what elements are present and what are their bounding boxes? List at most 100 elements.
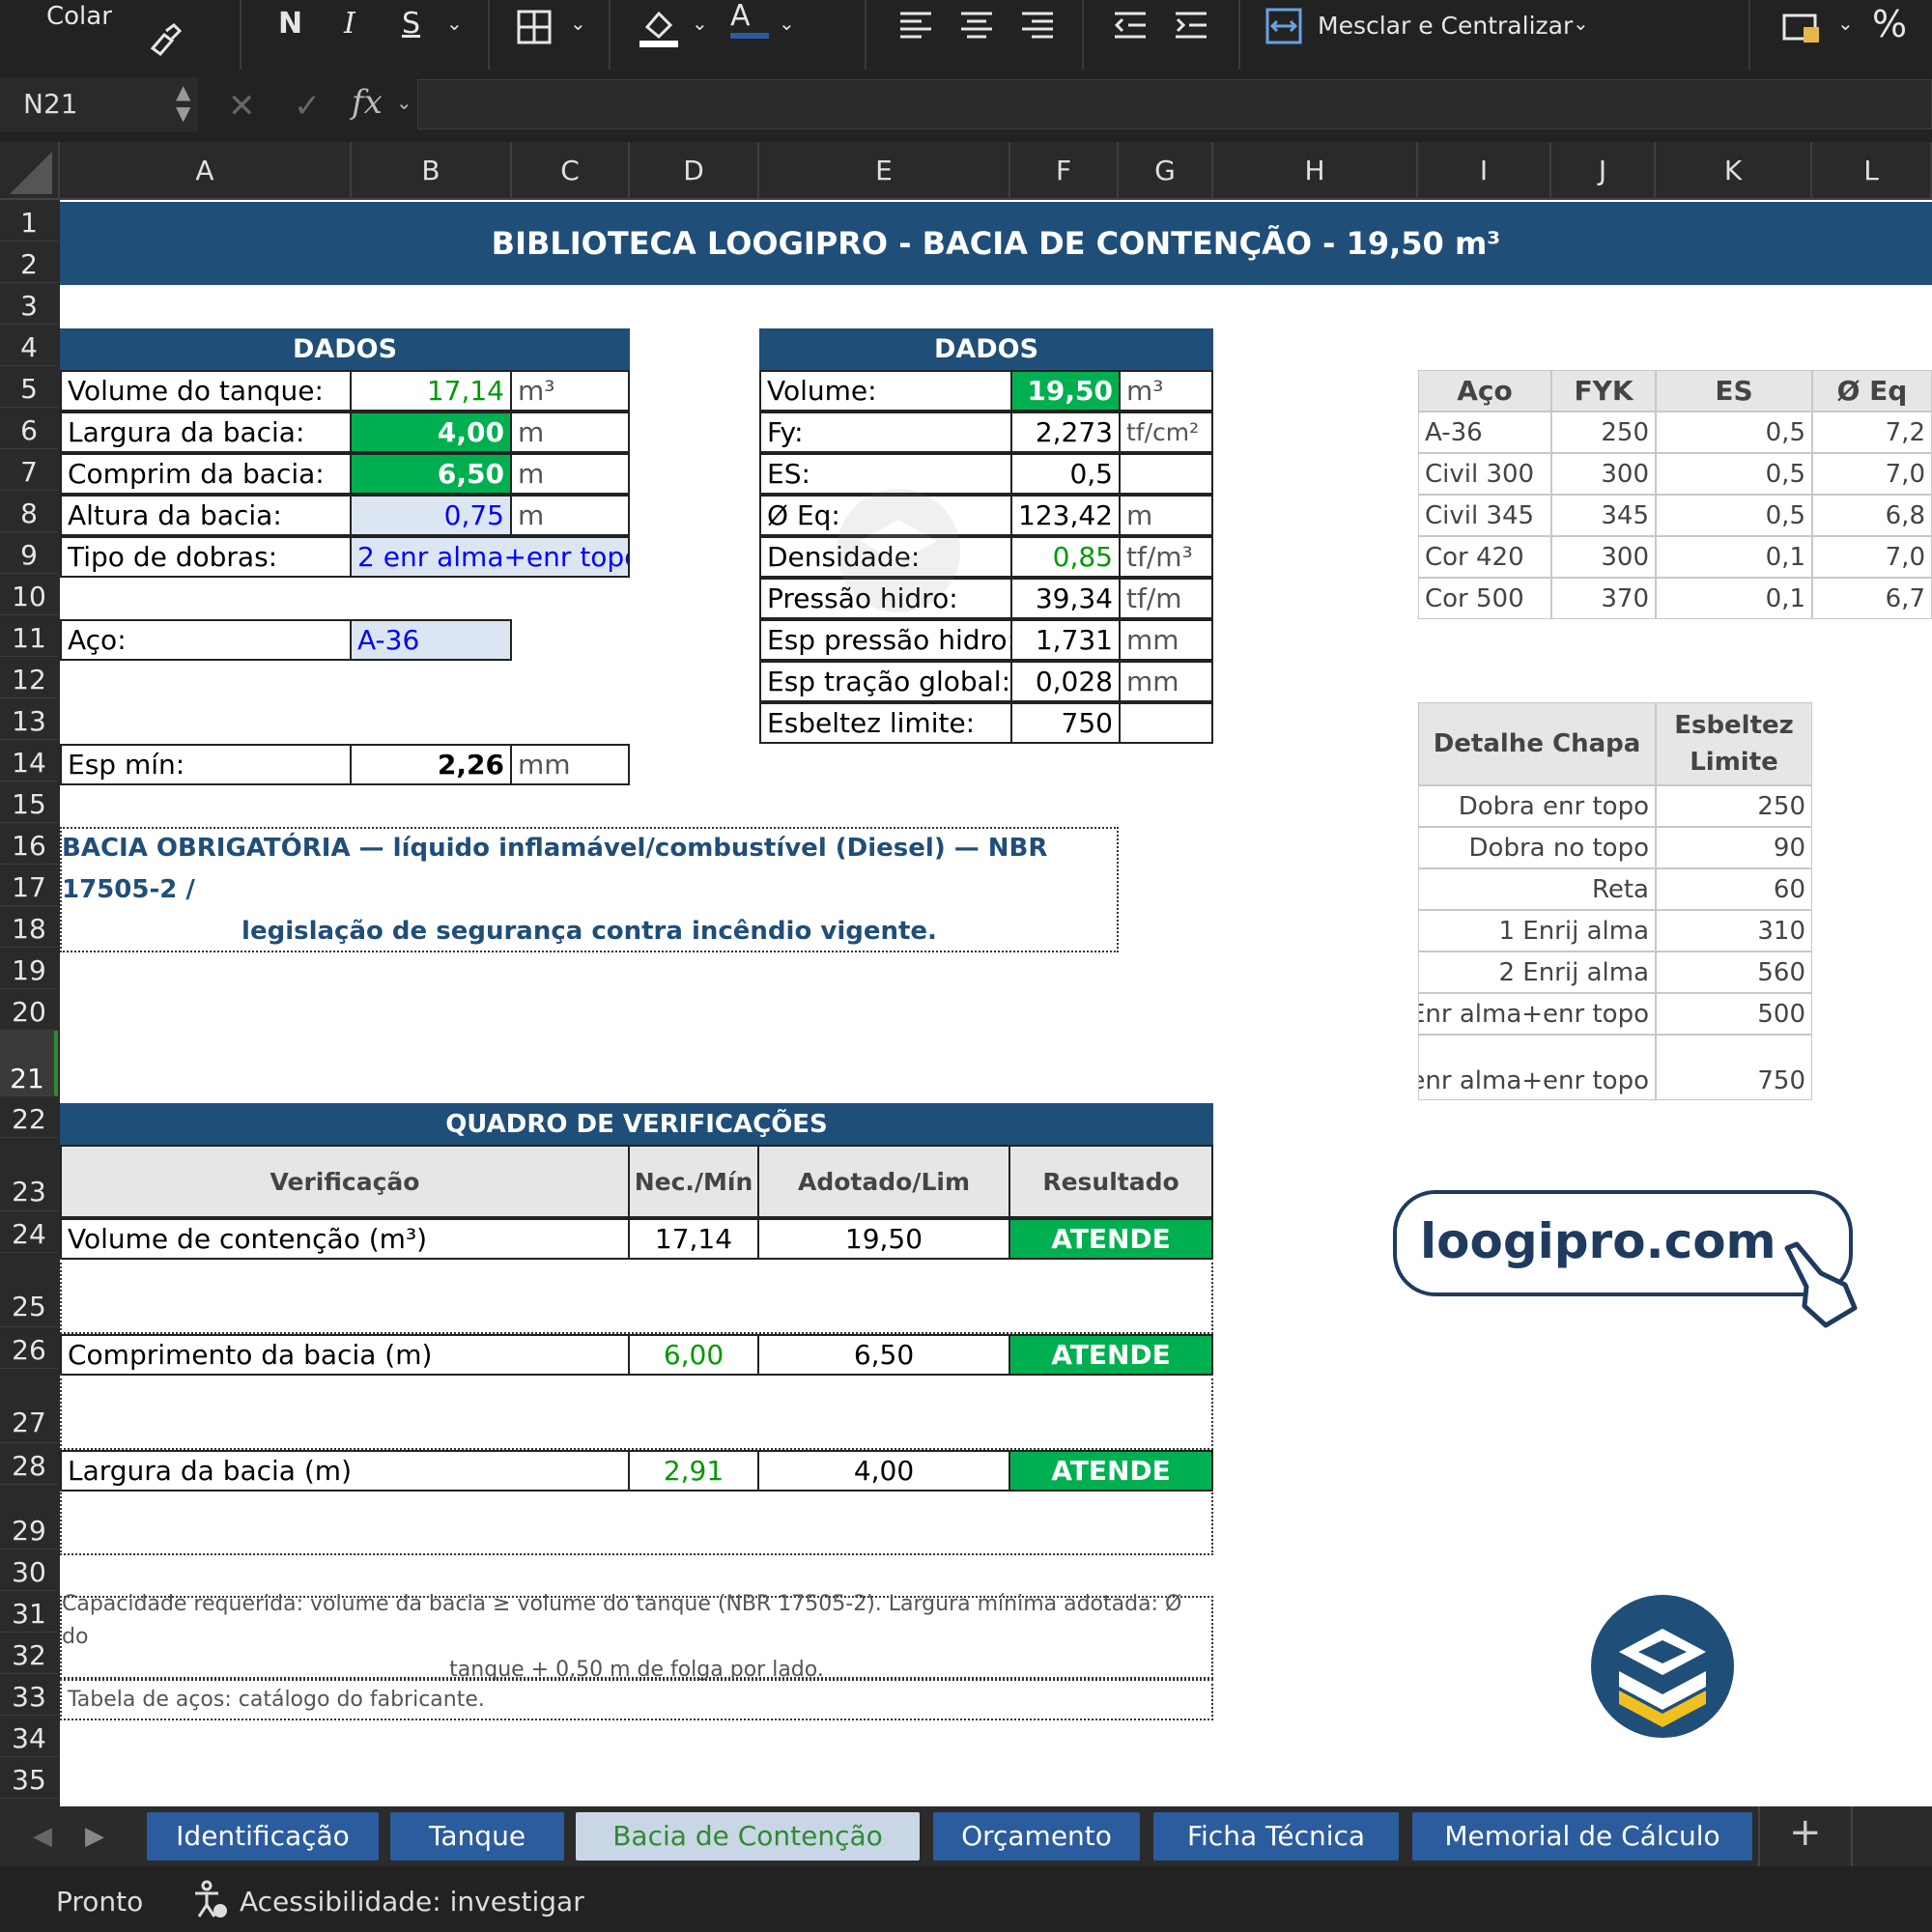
unit-esp-min[interactable]: mm [510,744,630,785]
tab-orcamento[interactable]: Orçamento [933,1812,1140,1861]
steel-cell[interactable]: 0,5 [1656,412,1812,453]
detail-cell[interactable]: Enr alma+enr topo [1418,993,1656,1035]
detail-cell[interactable]: Dobra no topo [1418,827,1656,868]
row-header[interactable]: 17 [0,865,58,906]
row-header[interactable]: 6 [0,408,58,449]
check-nec[interactable]: 6,00 [628,1334,759,1376]
steel-header-eq[interactable]: Ø Eq [1812,370,1932,412]
unit-fy[interactable]: tf/cm² [1119,412,1213,453]
row-header[interactable]: 27 [0,1369,58,1443]
value-esp-tracao[interactable]: 0,028 [1010,661,1121,702]
row-header[interactable]: 33 [0,1674,58,1716]
steel-cell[interactable]: 0,1 [1656,536,1812,578]
name-box[interactable]: N21 [0,77,198,131]
column-header-f[interactable]: F [1010,142,1119,200]
row-header[interactable]: 22 [0,1096,58,1138]
detail-header-chapa[interactable]: Detalhe Chapa [1418,702,1656,785]
decrease-indent-icon[interactable] [1113,10,1148,46]
row-header[interactable]: 30 [0,1549,58,1591]
footnote-steel[interactable]: Tabela de aços: catálogo do fabricante. [60,1679,1213,1720]
row-header[interactable]: 24 [0,1211,58,1253]
column-header-d[interactable]: D [630,142,759,200]
accessibility-status[interactable]: Acessibilidade: investigar [240,1886,584,1918]
steel-cell[interactable]: 7,0 [1812,453,1932,495]
detail-cell[interactable]: 60 [1656,868,1812,910]
chevron-down-icon[interactable]: ⌄ [1837,14,1854,33]
conditional-format-icon[interactable] [1782,12,1821,50]
sheet-title[interactable]: BIBLIOTECA LOOGIPRO - BACIA DE CONTENÇÃO… [60,202,1932,285]
label-tipo-dobras[interactable]: Tipo de dobras: [60,536,352,578]
column-header-g[interactable]: G [1119,142,1213,200]
merge-center-button[interactable]: Mesclar e Centralizar [1318,14,1573,38]
steel-cell[interactable]: 250 [1551,412,1656,453]
steel-cell[interactable]: 370 [1551,578,1656,619]
value-esp-min[interactable]: 2,26 [350,744,512,785]
row-header[interactable]: 7 [0,449,58,491]
value-fy[interactable]: 2,273 [1010,412,1121,453]
detail-cell[interactable]: Reta [1418,868,1656,910]
row-header[interactable]: 34 [0,1716,58,1757]
steel-cell[interactable]: 0,5 [1656,495,1812,536]
steel-cell[interactable]: 0,5 [1656,453,1812,495]
value-esbeltez-limite[interactable]: 750 [1010,702,1121,744]
detail-cell[interactable]: 310 [1656,910,1812,952]
chevron-down-icon[interactable]: ⌄ [692,14,708,33]
checks-header-resultado[interactable]: Resultado [1009,1145,1213,1218]
value-esp-pressao[interactable]: 1,731 [1010,619,1121,661]
tab-tanque[interactable]: Tanque [390,1812,564,1861]
unit-pressao-hidro[interactable]: tf/m [1119,578,1213,619]
value-largura-bacia[interactable]: 4,00 [350,412,512,453]
row-header[interactable]: 5 [0,366,58,408]
column-header-l[interactable]: L [1812,142,1932,200]
column-header-e[interactable]: E [759,142,1010,200]
steel-cell[interactable]: 0,1 [1656,578,1812,619]
label-comprim-bacia[interactable]: Comprim da bacia: [60,453,352,495]
chevron-down-icon[interactable]: ⌄ [446,14,463,33]
value-altura-bacia[interactable]: 0,75 [350,495,512,536]
detail-cell[interactable]: 2 Enrij alma [1418,952,1656,993]
tab-memorial-calculo[interactable]: Memorial de Cálculo [1412,1812,1752,1861]
formula-input[interactable] [417,79,1932,129]
detail-cell[interactable]: 90 [1656,827,1812,868]
row-header[interactable]: 12 [0,657,58,698]
row-header[interactable]: 28 [0,1443,58,1485]
steel-cell[interactable]: Cor 420 [1418,536,1551,578]
row-header[interactable]: 1 [0,200,58,242]
column-header-k[interactable]: K [1656,142,1812,200]
detail-cell[interactable]: Dobra enr topo [1418,785,1656,827]
check-adotado[interactable]: 19,50 [757,1218,1010,1260]
check-result-badge[interactable]: ATENDE [1009,1218,1213,1260]
chevron-down-icon[interactable]: ⌄ [570,14,586,33]
increase-indent-icon[interactable] [1174,10,1208,46]
label-esbeltez-limite[interactable]: Esbeltez limite: [759,702,1012,744]
insert-function-button[interactable]: fx [352,83,383,122]
merge-center-icon[interactable] [1265,8,1302,50]
label-largura-bacia[interactable]: Largura da bacia: [60,412,352,453]
column-header-a[interactable]: A [60,142,352,200]
unit-volume-tanque[interactable]: m³ [510,370,630,412]
steel-header-fyk[interactable]: FYK [1551,370,1656,412]
value-tipo-dobras[interactable]: 2 enr alma+enr topo [350,536,630,578]
check-nec[interactable]: 2,91 [628,1450,759,1492]
tab-identificacao[interactable]: Identificação [147,1812,379,1861]
unit-es[interactable] [1119,453,1213,495]
unit-esbeltez-limite[interactable] [1119,702,1213,744]
steel-cell[interactable]: 300 [1551,536,1656,578]
unit-altura-bacia[interactable]: m [510,495,630,536]
detail-header-esbeltez[interactable]: Esbeltez Limite [1656,702,1812,785]
steel-header-aco[interactable]: Aço [1418,370,1551,412]
check-adotado[interactable]: 6,50 [757,1334,1010,1376]
chevron-down-icon[interactable]: ⌄ [396,91,412,114]
tab-ficha-tecnica[interactable]: Ficha Técnica [1153,1812,1399,1861]
row-header[interactable]: 2 [0,242,58,283]
label-volume-tanque[interactable]: Volume do tanque: [60,370,352,412]
steel-cell[interactable]: 6,7 [1812,578,1932,619]
value-densidade[interactable]: 0,85 [1010,536,1121,578]
italic-button[interactable]: I [344,10,355,39]
row-header[interactable]: 18 [0,906,58,948]
unit-largura-bacia[interactable]: m [510,412,630,453]
steel-cell[interactable]: Civil 300 [1418,453,1551,495]
align-right-icon[interactable] [1020,10,1055,46]
detail-cell[interactable]: 250 [1656,785,1812,827]
unit-esp-tracao[interactable]: mm [1119,661,1213,702]
